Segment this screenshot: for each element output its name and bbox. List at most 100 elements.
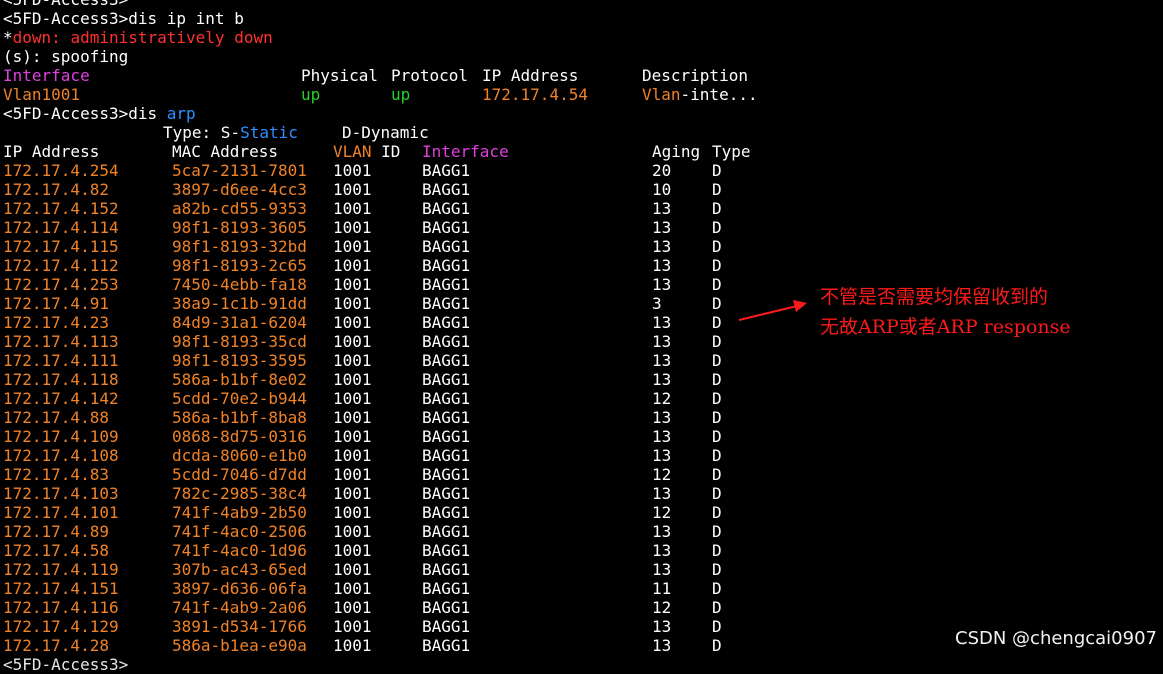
arp-cell-interface: BAGG1 [422, 579, 471, 598]
arp-cell-interface: BAGG1 [422, 503, 471, 522]
arrow-icon [738, 300, 807, 321]
arp-cell-type: D [712, 332, 722, 351]
arp-cell-type: D [712, 237, 722, 256]
arp-cell-mac: 98f1-8193-3605 [172, 218, 307, 237]
arp-cell-mac: 7450-4ebb-fa18 [172, 275, 307, 294]
arp-cell-mac: a82b-cd55-9353 [172, 199, 307, 218]
arp-cell-ip: 172.17.4.28 [3, 636, 109, 655]
arp-cell-ip: 172.17.4.111 [3, 351, 119, 370]
table-row: 172.17.4.108 dcda-8060-e1b0 1001 BAGG1 13 D [3, 446, 1163, 465]
row-ip-address: 172.17.4.54 [482, 85, 588, 104]
arp-cell-aging: 13 [652, 446, 672, 465]
annotation: 不管是否需要均保留收到的 无故ARP或者ARP response [735, 282, 1135, 352]
arp-cell-vlan: 1001 [333, 161, 372, 180]
arp-cell-vlan: 1001 [333, 313, 372, 332]
arp-cell-aging: 13 [652, 427, 672, 446]
arp-cell-vlan: 1001 [333, 446, 372, 465]
arp-command-word: arp [166, 104, 196, 123]
arp-cell-aging: 13 [652, 351, 672, 370]
arp-cell-mac: 98f1-8193-2c65 [172, 256, 307, 275]
arp-cell-aging: 13 [652, 560, 672, 579]
arp-cell-interface: BAGG1 [422, 351, 471, 370]
table-row: 172.17.4.254 5ca7-2131-7801 1001 BAGG1 20 D [3, 161, 1163, 180]
arp-cell-mac: 741f-4ac0-2506 [172, 522, 307, 541]
arp-cell-mac: 586a-b1bf-8ba8 [172, 408, 307, 427]
row-description-rest: -inte... [680, 85, 758, 104]
arp-cell-aging: 13 [652, 541, 672, 560]
arp-cell-interface: BAGG1 [422, 408, 471, 427]
arp-cell-interface: BAGG1 [422, 256, 471, 275]
arp-cell-vlan: 1001 [333, 636, 372, 655]
arp-cell-vlan: 1001 [333, 332, 372, 351]
arp-cell-interface: BAGG1 [422, 332, 471, 351]
arp-cell-ip: 172.17.4.113 [3, 332, 119, 351]
table-row: 172.17.4.116 741f-4ab9-2a06 1001 BAGG1 12 D [3, 598, 1163, 617]
arp-cell-ip: 172.17.4.115 [3, 237, 119, 256]
annotation-line-1: 不管是否需要均保留收到的 [820, 286, 1049, 308]
arp-header-aging: Aging [652, 142, 701, 161]
arp-cell-vlan: 1001 [333, 199, 372, 218]
arp-cell-aging: 13 [652, 256, 672, 275]
arp-cell-aging: 13 [652, 237, 672, 256]
arp-cell-vlan: 1001 [333, 427, 372, 446]
row-description: Vlan-inte... [642, 85, 758, 104]
arp-cell-type: D [712, 161, 722, 180]
arp-cell-aging: 13 [652, 617, 672, 636]
arp-cell-vlan: 1001 [333, 237, 372, 256]
arp-command-prefix: <5FD-Access3>dis [3, 104, 167, 123]
arp-cell-interface: BAGG1 [422, 598, 471, 617]
arp-cell-ip: 172.17.4.89 [3, 522, 109, 541]
arp-cell-mac: 741f-4ac0-1d96 [172, 541, 307, 560]
arp-cell-type: D [712, 636, 722, 655]
arp-cell-vlan: 1001 [333, 579, 372, 598]
arp-cell-vlan: 1001 [333, 617, 372, 636]
arp-cell-ip: 172.17.4.109 [3, 427, 119, 446]
down-legend-line: *down: administratively down [3, 28, 1163, 47]
down-description: : administratively down [51, 28, 273, 47]
arp-cell-ip: 172.17.4.91 [3, 294, 109, 313]
arp-cell-interface: BAGG1 [422, 218, 471, 237]
arp-cell-ip: 172.17.4.151 [3, 579, 119, 598]
arp-header-type: Type [712, 142, 751, 161]
arp-cell-type: D [712, 579, 722, 598]
arp-cell-interface: BAGG1 [422, 161, 471, 180]
arp-cell-type: D [712, 313, 722, 332]
arp-cell-interface: BAGG1 [422, 446, 471, 465]
table-row: 172.17.4.118 586a-b1bf-8e02 1001 BAGG1 13 D [3, 370, 1163, 389]
arp-cell-vlan: 1001 [333, 389, 372, 408]
arp-cell-ip: 172.17.4.83 [3, 465, 109, 484]
ip-int-row: Vlan1001 up up 172.17.4.54 Vlan-inte... [3, 85, 1163, 104]
arp-cell-type: D [712, 427, 722, 446]
table-row: 172.17.4.103 782c-2985-38c4 1001 BAGG1 13 D [3, 484, 1163, 503]
row-protocol: up [391, 85, 411, 104]
header-interface: Interface [3, 66, 90, 85]
arp-cell-interface: BAGG1 [422, 199, 471, 218]
arp-cell-mac: 5cdd-70e2-b944 [172, 389, 307, 408]
arp-cell-aging: 12 [652, 598, 672, 617]
arp-cell-interface: BAGG1 [422, 522, 471, 541]
arp-cell-aging: 20 [652, 161, 672, 180]
arp-cell-type: D [712, 598, 722, 617]
final-prompt: <5FD-Access3> [3, 655, 129, 674]
arp-header-vlan-word: VLAN [333, 142, 372, 161]
table-row: 172.17.4.89 741f-4ac0-2506 1001 BAGG1 13 D [3, 522, 1163, 541]
arp-cell-type: D [712, 218, 722, 237]
arp-cell-ip: 172.17.4.114 [3, 218, 119, 237]
arp-cell-type: D [712, 408, 722, 427]
row-interface: Vlan1001 [3, 85, 81, 104]
arp-cell-interface: BAGG1 [422, 237, 471, 256]
table-row: 172.17.4.114 98f1-8193-3605 1001 BAGG1 13 D [3, 218, 1163, 237]
arp-cell-ip: 172.17.4.58 [3, 541, 109, 560]
arp-cell-type: D [712, 465, 722, 484]
arp-cell-ip: 172.17.4.108 [3, 446, 119, 465]
arp-cell-type: D [712, 389, 722, 408]
arp-cell-aging: 13 [652, 370, 672, 389]
arp-cell-ip: 172.17.4.253 [3, 275, 119, 294]
table-row: 172.17.4.83 5cdd-7046-d7dd 1001 BAGG1 12 D [3, 465, 1163, 484]
table-row: 172.17.4.119 307b-ac43-65ed 1001 BAGG1 13 D [3, 560, 1163, 579]
arp-cell-mac: 98f1-8193-3595 [172, 351, 307, 370]
arp-cell-aging: 13 [652, 484, 672, 503]
spoofing-legend-line: (s): spoofing [3, 47, 129, 66]
arp-type-legend: Type: S-Static D-Dynamic [3, 123, 1163, 142]
table-row: 172.17.4.115 98f1-8193-32bd 1001 BAGG1 13 D [3, 237, 1163, 256]
